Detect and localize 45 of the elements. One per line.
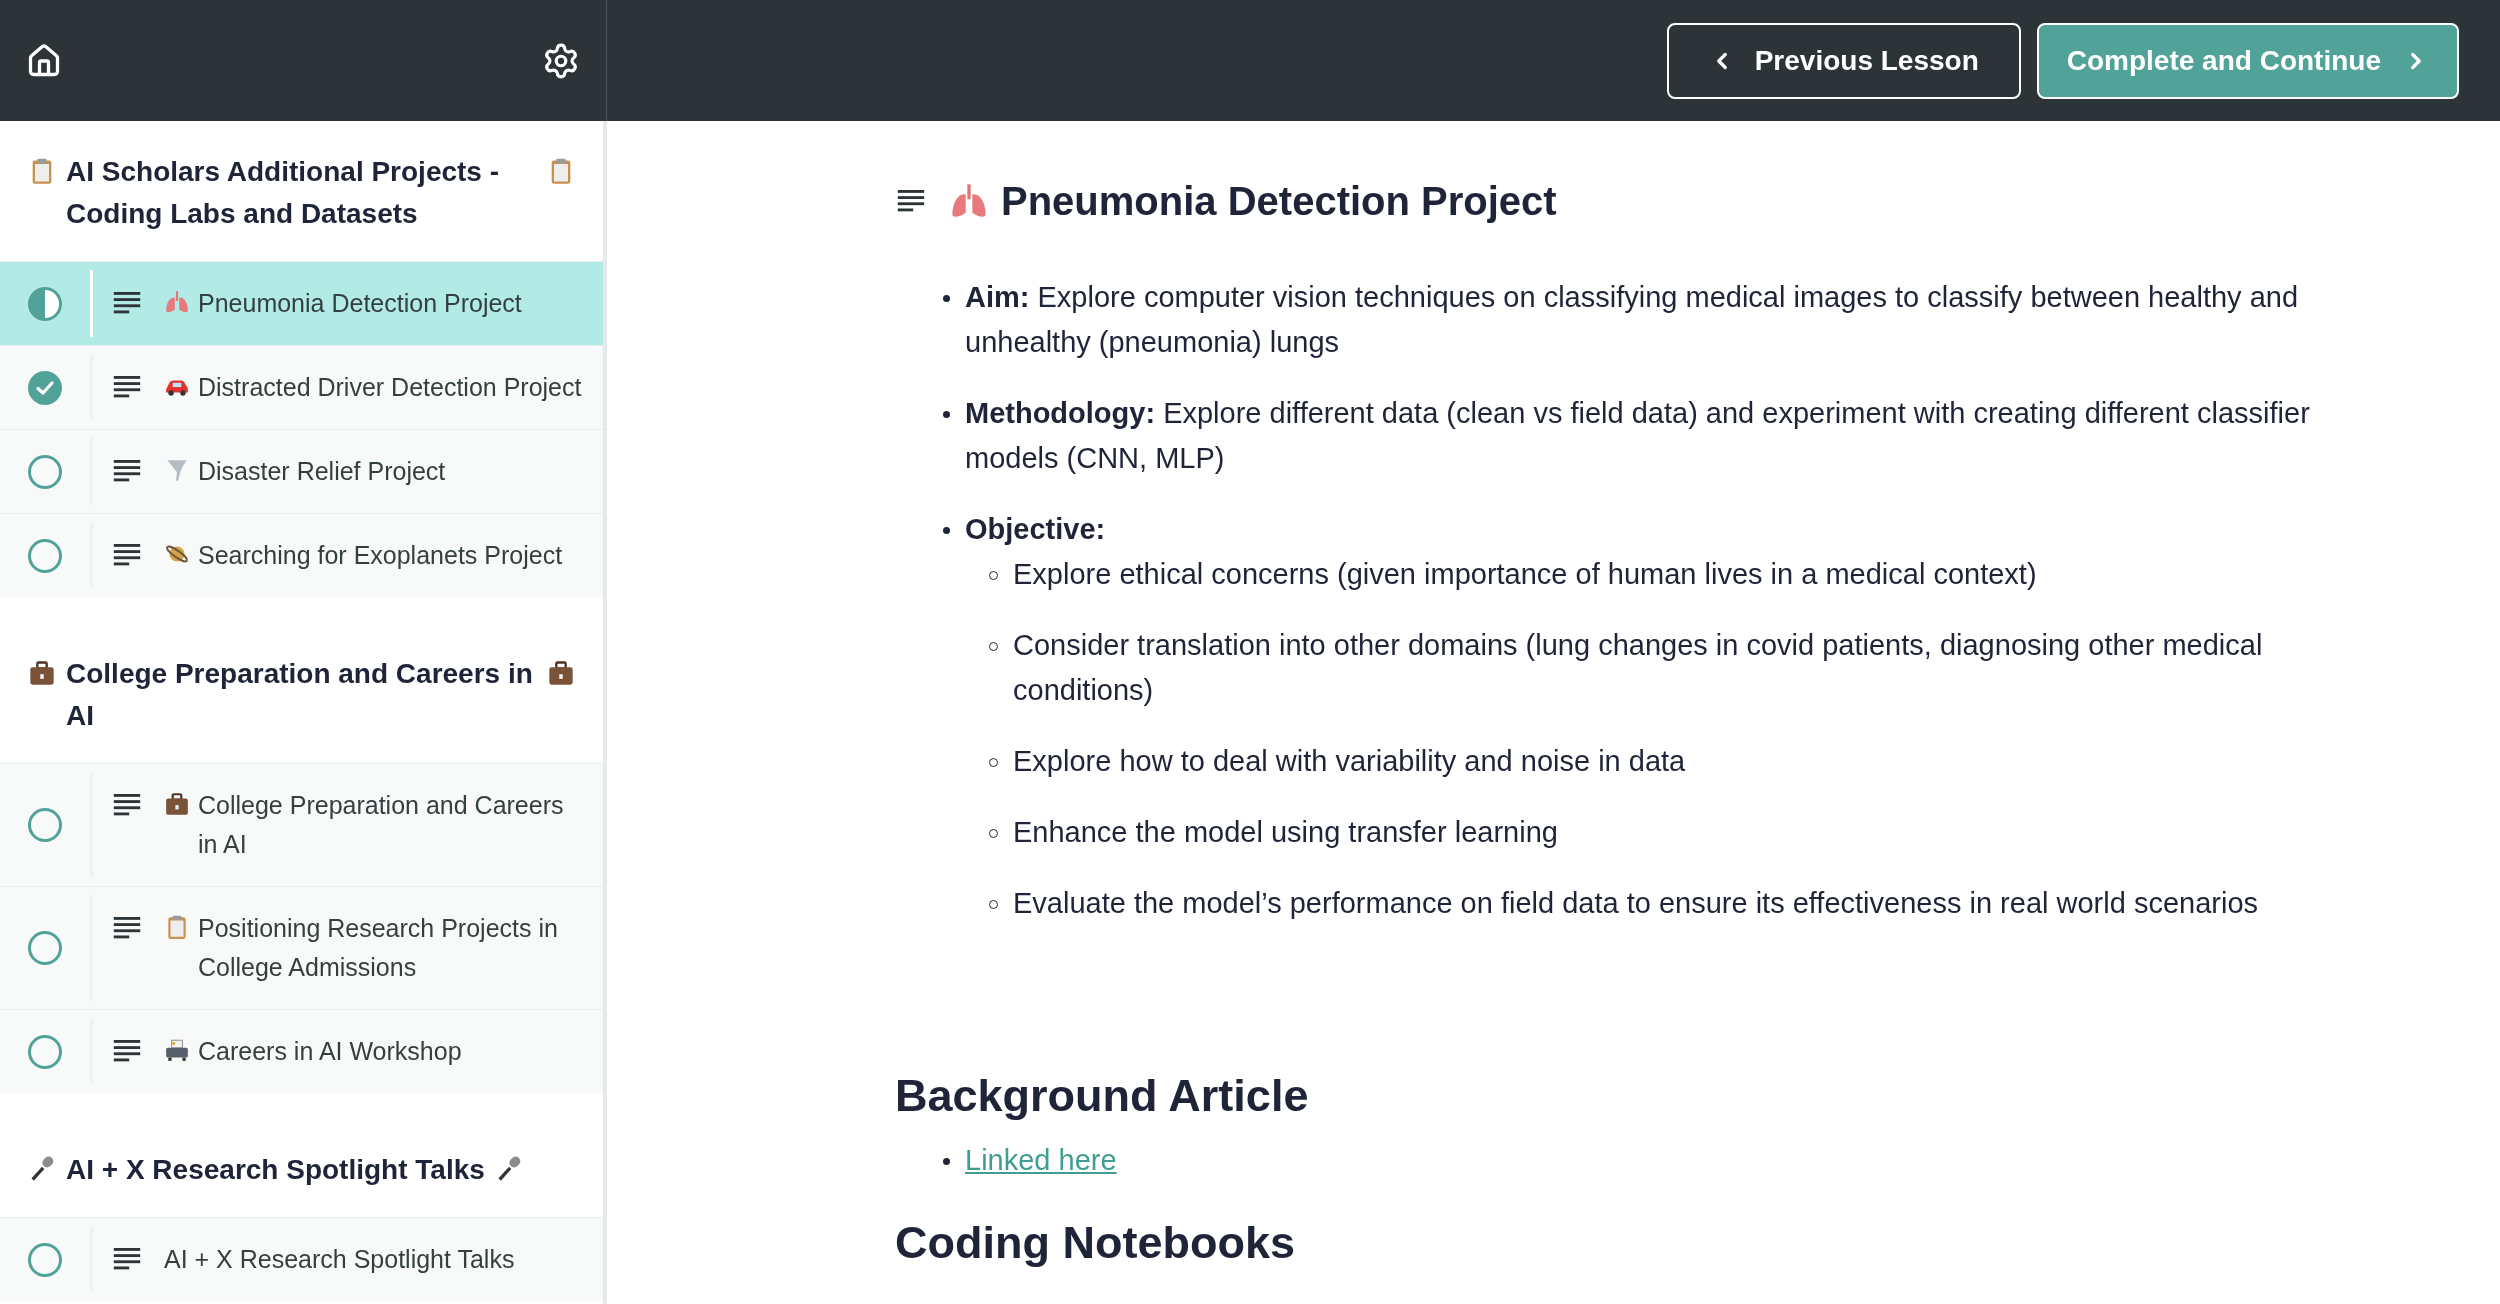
lesson-title: Distracted Driver Detection Project [198,372,582,403]
text-lines-icon [112,917,142,939]
lesson-item[interactable]: AI + X Research Spotlight Talks [0,1217,603,1301]
lesson-item[interactable]: College Preparation and Careers in AI [0,763,603,886]
text-lines-icon [112,794,142,816]
section-title: College Preparation and Careers in AI [66,657,534,733]
sub-bullet-text: Enhance the model using transfer learning [1013,815,1558,850]
briefcase-icon [164,791,190,817]
lesson-title-heading: Pneumonia Detection Project [949,171,1557,231]
section-title: AI + X Research Spotlight Talks [66,1153,485,1187]
previous-lesson-button[interactable]: Previous Lesson [1666,22,2021,99]
lesson-title: Pneumonia Detection Project [198,288,522,319]
lesson-item[interactable]: Pneumonia Detection Project [0,261,603,345]
text-lines-icon [112,544,142,566]
sub-bullet-text: Evaluate the model’s performance on field data to ensure its effectiveness in real world scenarios [1013,886,2258,921]
sub-bullet-text: Consider translation into other domains (lung changes in covid patients, diagnosing other medical conditions) [1013,628,2264,708]
sub-bullet-text: Explore how to deal with variability and noise in data [1013,744,1686,779]
text-lines-icon [112,460,142,482]
lesson-title: Searching for Exoplanets Project [198,540,563,571]
lesson-item[interactable]: Positioning Research Projects in College Admissions [0,886,603,1009]
briefcase-icon [28,659,56,687]
bullet-text: Objective: [965,512,1107,547]
lesson-title: Disaster Relief Project [198,456,446,487]
lesson-title: Careers in AI Workshop [198,1036,462,1067]
lungs-icon [164,289,190,315]
section-heading: Background Article [895,1069,1310,1123]
lesson-item[interactable]: Searching for Exoplanets Project [0,513,603,597]
text-lines-icon [897,190,925,212]
bullet-text: Aim: Explore computer vision techniques on classifying medical images to classify between healthy and unhealthy (pneumonia) lungs [965,280,2300,360]
section-title: AI Scholars Additional Projects - Coding Labs and Datasets [66,155,501,231]
bullet-text: Methodology: Explore different data (clean vs field data) and experiment with creating different classifier models (CNN, MLP) [965,396,2311,476]
text-lines-icon [112,1248,142,1270]
lesson-title: Positioning Research Projects in College Admissions [198,913,559,983]
lesson-item[interactable]: Disaster Relief Project [0,429,603,513]
lesson-item[interactable]: Careers in AI Workshop [0,1009,603,1093]
lesson-item[interactable]: Distracted Driver Detection Project [0,345,603,429]
lesson-title: AI + X Research Spotlight Talks [164,1244,515,1275]
text-lines-icon [112,1040,142,1062]
printer-icon [164,1037,190,1063]
sub-bullet-text: Explore ethical concerns (given importance of human lives in a medical context) [1013,557,2037,592]
section-heading: Coding Notebooks [895,1215,1296,1270]
text-lines-icon [112,292,142,314]
lesson-title: College Preparation and Careers in AI [198,790,565,860]
briefcase-icon [547,659,575,687]
text-lines-icon [112,376,142,398]
